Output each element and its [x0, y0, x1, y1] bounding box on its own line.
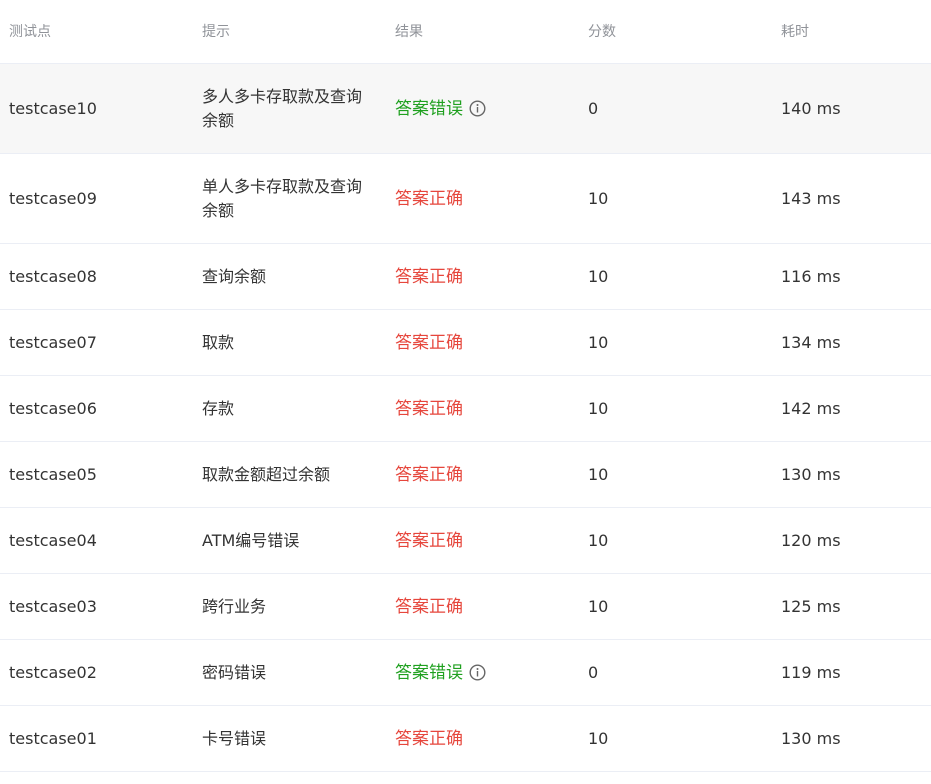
testcase-result: 答案正确 — [386, 331, 579, 355]
table-row: testcase07 取款 答案正确 10 134 ms — [0, 310, 931, 376]
result-text: 答案正确 — [395, 728, 463, 749]
result-text: 答案正确 — [395, 530, 463, 551]
testcase-name: testcase01 — [9, 728, 97, 748]
info-circle-icon[interactable] — [469, 100, 486, 117]
testcase-time: 130 ms — [781, 464, 841, 484]
testcase-score: 10 — [588, 596, 609, 616]
testcase-score: 0 — [588, 662, 599, 682]
testcase-result: 答案正确 — [386, 727, 579, 751]
testcase-time: 125 ms — [781, 596, 841, 616]
testcase-score: 10 — [588, 188, 609, 208]
info-circle-icon[interactable] — [469, 664, 486, 681]
testcase-hint: 卡号错误 — [202, 728, 267, 748]
testcase-name: testcase09 — [9, 188, 97, 208]
testcase-hint: 取款 — [202, 332, 235, 352]
table-row: testcase04 ATM编号错误 答案正确 10 120 ms — [0, 508, 931, 574]
table-row: testcase08 查询余额 答案正确 10 116 ms — [0, 244, 931, 310]
testcase-hint: 单人多卡存取款及查询余额 — [202, 176, 363, 220]
header-score: 分数 — [588, 23, 616, 40]
testcase-result: 答案正确 — [386, 529, 579, 553]
table-row: testcase06 存款 答案正确 10 142 ms — [0, 376, 931, 442]
testcase-name: testcase03 — [9, 596, 97, 616]
testcase-result: 答案错误 — [386, 661, 579, 685]
testcase-name: testcase05 — [9, 464, 97, 484]
testcase-name: testcase07 — [9, 332, 97, 352]
result-text: 答案错误 — [395, 662, 463, 683]
testcase-result: 答案正确 — [386, 187, 579, 211]
testcase-result: 答案正确 — [386, 595, 579, 619]
result-text: 答案正确 — [395, 464, 463, 485]
testcase-hint: 密码错误 — [202, 662, 267, 682]
testcase-result: 答案正确 — [386, 463, 579, 487]
table-header: 测试点 提示 结果 分数 耗时 — [0, 0, 931, 64]
results-table: 测试点 提示 结果 分数 耗时 testcase10 多人多卡存取款及查询余额 … — [0, 0, 931, 772]
testcase-score: 10 — [588, 530, 609, 550]
testcase-hint: 查询余额 — [202, 266, 267, 286]
testcase-time: 120 ms — [781, 530, 841, 550]
testcase-score: 10 — [588, 398, 609, 418]
testcase-name: testcase06 — [9, 398, 97, 418]
testcase-name: testcase02 — [9, 662, 97, 682]
testcase-time: 140 ms — [781, 98, 841, 118]
testcase-hint: ATM编号错误 — [202, 530, 300, 550]
table-row: testcase01 卡号错误 答案正确 10 130 ms — [0, 706, 931, 772]
table-row: testcase03 跨行业务 答案正确 10 125 ms — [0, 574, 931, 640]
testcase-result: 答案正确 — [386, 265, 579, 289]
result-text: 答案错误 — [395, 98, 463, 119]
testcase-hint: 存款 — [202, 398, 235, 418]
testcase-score: 10 — [588, 464, 609, 484]
testcase-name: testcase08 — [9, 266, 97, 286]
testcase-hint: 取款金额超过余额 — [202, 464, 331, 484]
testcase-result: 答案正确 — [386, 397, 579, 421]
testcase-name: testcase04 — [9, 530, 97, 550]
testcase-score: 10 — [588, 266, 609, 286]
testcase-result: 答案错误 — [386, 97, 579, 121]
result-text: 答案正确 — [395, 596, 463, 617]
testcase-time: 116 ms — [781, 266, 841, 286]
testcase-time: 119 ms — [781, 662, 841, 682]
table-row: testcase02 密码错误 答案错误 0 119 ms — [0, 640, 931, 706]
table-row: testcase05 取款金额超过余额 答案正确 10 130 ms — [0, 442, 931, 508]
testcase-hint: 多人多卡存取款及查询余额 — [202, 86, 363, 130]
result-text: 答案正确 — [395, 398, 463, 419]
result-text: 答案正确 — [395, 188, 463, 209]
result-text: 答案正确 — [395, 332, 463, 353]
header-testcase: 测试点 — [9, 23, 51, 40]
testcase-time: 134 ms — [781, 332, 841, 352]
testcase-time: 143 ms — [781, 188, 841, 208]
header-time: 耗时 — [781, 23, 809, 40]
testcase-time: 142 ms — [781, 398, 841, 418]
testcase-score: 10 — [588, 728, 609, 748]
table-row: testcase09 单人多卡存取款及查询余额 答案正确 10 143 ms — [0, 154, 931, 244]
testcase-score: 0 — [588, 98, 599, 118]
table-row: testcase10 多人多卡存取款及查询余额 答案错误 0 140 ms — [0, 64, 931, 154]
header-hint: 提示 — [202, 23, 230, 40]
result-text: 答案正确 — [395, 266, 463, 287]
testcase-score: 10 — [588, 332, 609, 352]
testcase-name: testcase10 — [9, 98, 97, 118]
header-result: 结果 — [395, 23, 423, 40]
testcase-hint: 跨行业务 — [202, 596, 267, 616]
testcase-time: 130 ms — [781, 728, 841, 748]
